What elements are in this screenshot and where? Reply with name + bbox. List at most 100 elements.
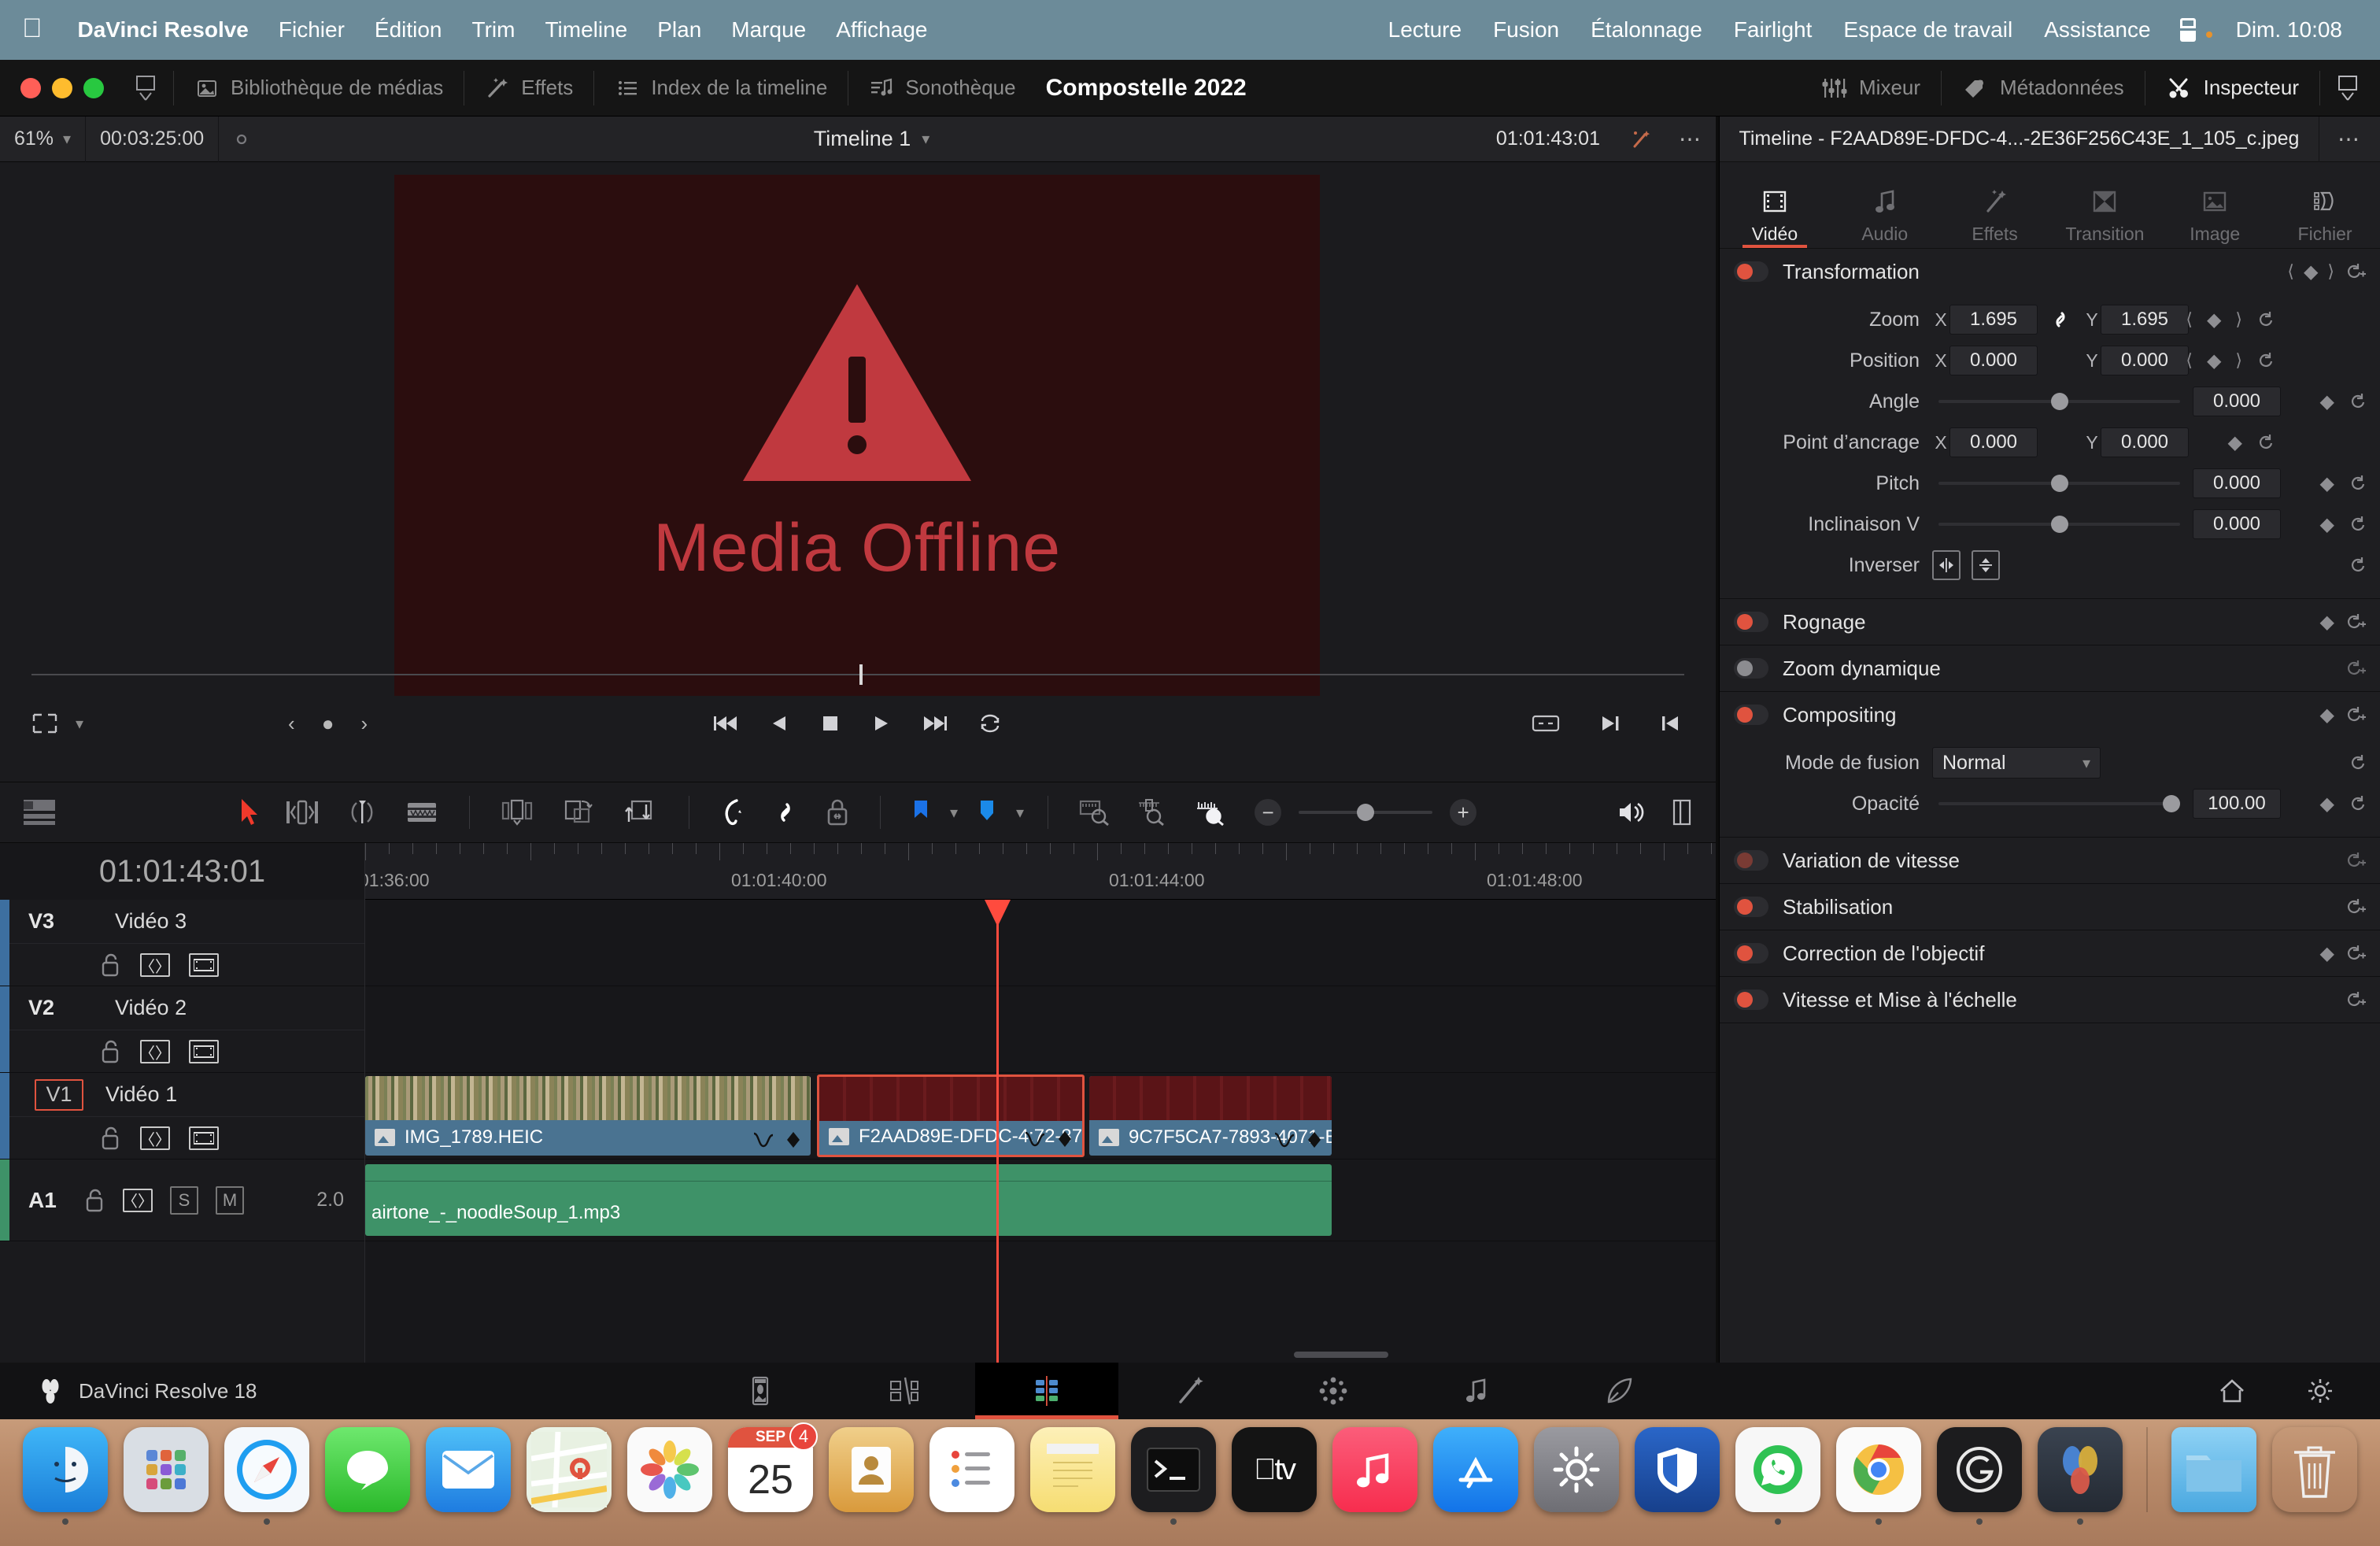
- dock-item-whatsapp[interactable]: [1735, 1427, 1820, 1512]
- timeline-view-options-icon[interactable]: [0, 798, 69, 827]
- viewer-zoom-selector[interactable]: 61% ▾: [0, 117, 86, 162]
- flag-icon[interactable]: [898, 797, 944, 827]
- tab-image[interactable]: Image: [2160, 186, 2270, 248]
- chevron-down-icon[interactable]: ▾: [1010, 803, 1030, 823]
- reset-icon[interactable]: [2349, 753, 2369, 773]
- param-zoom-x-input[interactable]: 1.695: [1949, 305, 2038, 335]
- clip-keyframe-icon[interactable]: [1057, 1130, 1073, 1148]
- menu-item-timeline[interactable]: Timeline: [530, 17, 642, 43]
- keyframe-diamond-icon[interactable]: ◆: [2320, 472, 2334, 495]
- right-panel-toggle-icon[interactable]: [2323, 75, 2372, 102]
- frame-tool-icon[interactable]: [31, 712, 58, 735]
- dock-item-reminders[interactable]: [929, 1427, 1014, 1512]
- dock-item-mail[interactable]: [426, 1427, 511, 1512]
- page-media[interactable]: [689, 1363, 832, 1419]
- mute-button[interactable]: M: [216, 1186, 244, 1215]
- loop-icon[interactable]: [978, 713, 1003, 734]
- keyframe-diamond-icon[interactable]: ◆: [2207, 309, 2221, 331]
- apple-logo-icon[interactable]: : [22, 15, 42, 42]
- tab-audio[interactable]: Audio: [1830, 186, 1940, 248]
- play-reverse-icon[interactable]: [770, 713, 790, 734]
- zoom-custom-icon[interactable]: [1182, 798, 1240, 827]
- keyframe-diamond-icon[interactable]: ◆: [2320, 942, 2334, 965]
- dock-item-apple-tv[interactable]: tv: [1232, 1427, 1317, 1512]
- timeline-track-area[interactable]: IMG_1789.HEIC F2AAD89E-DFDC-4:72-87F6-2E…: [365, 900, 1716, 1363]
- solo-button[interactable]: S: [170, 1186, 198, 1215]
- timeline-horizontal-scrollbar[interactable]: [1294, 1352, 1388, 1358]
- clip-keyframe-icon[interactable]: [1306, 1130, 1322, 1149]
- gear-icon[interactable]: [2304, 1376, 2336, 1406]
- zoom-dynamique-toggle[interactable]: [1734, 658, 1768, 679]
- clip-curve-icon[interactable]: [752, 1130, 774, 1149]
- timeline-clip[interactable]: IMG_1789.HEIC: [365, 1076, 811, 1156]
- vitesse-mise-echelle-toggle[interactable]: [1734, 989, 1768, 1010]
- track-row-a1[interactable]: airtone_-_noodleSoup_1.mp3: [365, 1160, 1716, 1241]
- reset-add-icon[interactable]: [2344, 942, 2366, 964]
- prev-keyframe-icon[interactable]: ⟨: [2186, 309, 2193, 330]
- clip-keyframe-icon[interactable]: [785, 1130, 801, 1149]
- keyframe-diamond-icon[interactable]: ◆: [2320, 513, 2334, 536]
- slider-knob[interactable]: [2163, 795, 2180, 812]
- tab-effets[interactable]: Effets: [1940, 186, 2050, 248]
- zoom-out-button[interactable]: −: [1255, 799, 1281, 826]
- track-id-v1[interactable]: V1: [35, 1079, 83, 1111]
- param-opacity-slider[interactable]: [1938, 802, 2180, 805]
- variation-de-vitesse-toggle[interactable]: [1734, 850, 1768, 871]
- menu-item-fichier[interactable]: Fichier: [264, 17, 360, 43]
- menu-item-edition[interactable]: Édition: [360, 17, 457, 43]
- rognage-toggle[interactable]: [1734, 612, 1768, 632]
- flip-vertical-icon[interactable]: [1972, 550, 2000, 580]
- keyframe-diamond-icon[interactable]: ◆: [2320, 390, 2334, 413]
- reset-icon[interactable]: [2349, 514, 2369, 534]
- reset-icon[interactable]: [2349, 555, 2369, 575]
- more-options-icon[interactable]: ⋯: [2319, 117, 2380, 162]
- reset-add-icon[interactable]: [2344, 849, 2366, 871]
- close-window-button[interactable]: [20, 78, 41, 98]
- slider-knob[interactable]: [2051, 516, 2068, 533]
- dock-item-bitwarden[interactable]: [1635, 1427, 1720, 1512]
- menu-clock[interactable]: Dim. 10:08: [2220, 17, 2358, 43]
- param-zoom-y-input[interactable]: 1.695: [2101, 305, 2189, 335]
- trim-edit-icon[interactable]: [272, 798, 332, 827]
- menu-item-fairlight[interactable]: Fairlight: [1718, 17, 1828, 43]
- jump-to-end-icon[interactable]: [921, 713, 948, 734]
- replace-clip-icon[interactable]: [610, 798, 671, 827]
- marker-dot-icon[interactable]: ●: [322, 712, 334, 736]
- timeline-ruler[interactable]: 01:36:00 01:01:40:00 01:01:44:00 01:01:4…: [365, 843, 1716, 900]
- marker-circle-icon[interactable]: [219, 117, 264, 162]
- audio-speaker-icon[interactable]: [1604, 799, 1659, 826]
- menu-item-lecture[interactable]: Lecture: [1373, 17, 1477, 43]
- page-cut[interactable]: [832, 1363, 975, 1419]
- link-icon[interactable]: [2038, 308, 2083, 331]
- timeline-index-button[interactable]: Index de la timeline: [597, 76, 844, 101]
- menu-item-plan[interactable]: Plan: [642, 17, 716, 43]
- reset-icon[interactable]: [2349, 473, 2369, 494]
- dock-item-calendar[interactable]: SEP 25 4: [728, 1427, 813, 1512]
- timeline-playhead[interactable]: [996, 900, 999, 1363]
- dock-item-maps[interactable]: [527, 1427, 612, 1512]
- section-stabilisation-header[interactable]: Stabilisation: [1720, 884, 2380, 930]
- auto-select-icon[interactable]: 〈〉: [123, 1189, 153, 1212]
- zoom-in-button[interactable]: +: [1450, 799, 1476, 826]
- control-center-icon[interactable]: [2178, 18, 2198, 42]
- auto-select-icon[interactable]: 〈〉: [140, 1040, 170, 1063]
- dock-item-logitech-g[interactable]: [1937, 1427, 2022, 1512]
- tab-video[interactable]: Vidéo: [1720, 186, 1830, 248]
- snapping-icon[interactable]: [707, 797, 759, 827]
- section-compositing-header[interactable]: Compositing ◆: [1720, 692, 2380, 738]
- param-pitch-input[interactable]: 0.000: [2193, 468, 2281, 498]
- keyframe-diamond-icon[interactable]: ◆: [2320, 793, 2334, 816]
- unlock-icon[interactable]: [101, 1126, 121, 1151]
- keyframe-diamond-icon[interactable]: ◆: [2207, 350, 2221, 372]
- timeline-zoom-slider[interactable]: − +: [1240, 799, 1491, 826]
- correction-objectif-toggle[interactable]: [1734, 943, 1768, 963]
- viewer-title-selector[interactable]: Timeline 1 ▾: [264, 127, 1479, 151]
- viewer-source-timecode[interactable]: 00:03:25:00: [86, 117, 219, 162]
- keyframe-diamond-icon[interactable]: ◆: [2320, 704, 2334, 727]
- timeline-audio-clip[interactable]: airtone_-_noodleSoup_1.mp3: [365, 1164, 1332, 1236]
- next-keyframe-icon[interactable]: ⟩: [2327, 261, 2334, 282]
- auto-select-icon[interactable]: 〈〉: [140, 1126, 170, 1150]
- flip-horizontal-icon[interactable]: [1932, 550, 1961, 580]
- track-header-v3[interactable]: V3 Vidéo 3 〈〉: [0, 900, 364, 986]
- prev-marker-icon[interactable]: ‹: [288, 712, 295, 736]
